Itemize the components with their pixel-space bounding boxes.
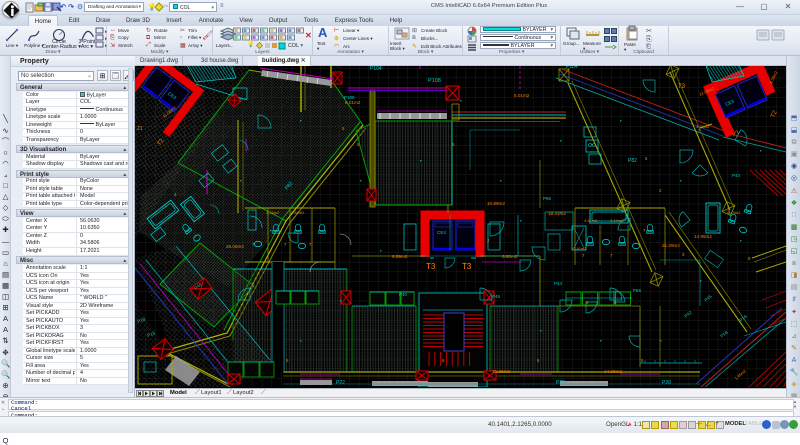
svg-text:P108: P108 (428, 78, 441, 84)
svg-text:P86: P86 (543, 196, 552, 201)
svg-text:P22: P22 (556, 380, 565, 386)
svg-text:4.14m2: 4.14m2 (610, 218, 624, 223)
svg-text:T3: T3 (678, 84, 686, 90)
svg-text:T3: T3 (462, 262, 472, 271)
svg-text:4.46m2: 4.46m2 (584, 218, 598, 223)
svg-text:P44: P44 (732, 173, 741, 178)
svg-text:14.68m2: 14.68m2 (604, 369, 622, 374)
svg-text:4.14m2: 4.14m2 (266, 210, 280, 215)
svg-text:8.01m2: 8.01m2 (345, 100, 361, 105)
svg-text:15.26m2: 15.26m2 (492, 369, 510, 374)
svg-text:Z1: Z1 (137, 126, 143, 132)
svg-text:4.15m2: 4.15m2 (727, 210, 741, 215)
svg-text:P46: P46 (492, 294, 501, 299)
svg-text:10.89m2: 10.89m2 (487, 201, 505, 206)
svg-text:CE4: CE4 (437, 230, 446, 235)
svg-text:P104: P104 (566, 66, 578, 70)
svg-text:14.95m2: 14.95m2 (694, 234, 712, 239)
svg-text:5.01m2: 5.01m2 (514, 93, 530, 98)
svg-text:P66: P66 (633, 288, 642, 293)
svg-text:4.48m2: 4.48m2 (291, 210, 305, 215)
svg-text:T3: T3 (426, 262, 436, 271)
svg-text:P22: P22 (336, 380, 345, 386)
svg-text:P20: P20 (662, 380, 671, 386)
svg-text:19.41m2: 19.41m2 (571, 246, 587, 251)
svg-text:6.89m2: 6.89m2 (392, 254, 408, 259)
svg-text:P104: P104 (370, 66, 382, 72)
svg-text:P44: P44 (554, 281, 563, 286)
svg-text:P40: P40 (399, 292, 408, 297)
svg-text:21.09m2: 21.09m2 (662, 243, 680, 248)
svg-text:6.80m2: 6.80m2 (502, 254, 518, 259)
svg-text:P82: P82 (628, 158, 637, 164)
svg-text:25.08m2: 25.08m2 (226, 244, 244, 249)
